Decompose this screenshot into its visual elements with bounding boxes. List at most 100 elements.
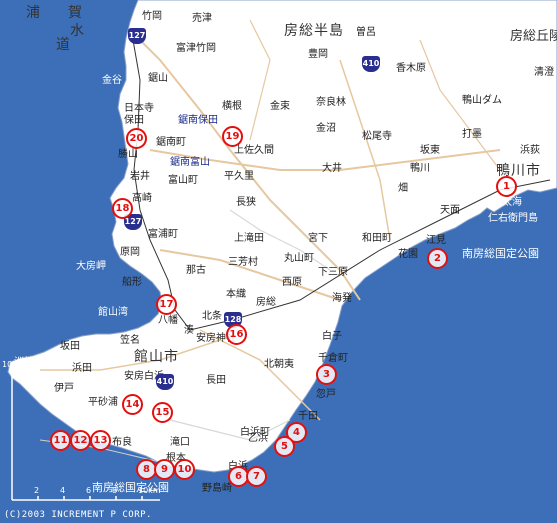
place-label: 勝山 xyxy=(118,149,138,160)
place-label: 海発 xyxy=(332,293,352,304)
sea-label-suido-1: 水 xyxy=(70,23,85,39)
place-label: 天面 xyxy=(440,205,460,216)
place-label: 竹岡 xyxy=(142,11,162,22)
place-label: 館山湾 xyxy=(98,307,128,318)
place-label: 大房岬 xyxy=(76,261,106,272)
place-label: 乙浜 xyxy=(248,433,268,444)
marker-3[interactable]: 3 xyxy=(316,364,337,385)
place-label: 金束 xyxy=(270,101,290,112)
marker-14[interactable]: 14 xyxy=(122,394,143,415)
marker-20[interactable]: 20 xyxy=(126,128,147,149)
place-label: 豊岡 xyxy=(308,49,328,60)
place-label: 船形 xyxy=(122,277,142,288)
place-label: 北朝夷 xyxy=(264,359,294,370)
place-label: 忽戸 xyxy=(316,389,336,400)
marker-16[interactable]: 16 xyxy=(226,324,247,345)
place-label: 野島崎 xyxy=(202,483,232,494)
place-label: 湊 xyxy=(184,325,194,336)
marker-10[interactable]: 10 xyxy=(174,459,195,480)
scale-tick: 8 xyxy=(112,486,118,495)
marker-12[interactable]: 12 xyxy=(70,430,91,451)
place-label: 原岡 xyxy=(120,247,140,258)
marker-19[interactable]: 19 xyxy=(222,126,243,147)
region-label: 房総半島 xyxy=(284,23,344,39)
place-label: 三芳村 xyxy=(228,257,258,268)
place-label: 曽呂 xyxy=(356,27,376,38)
city-label-boso-kyuryo: 房総丘陵 xyxy=(510,29,557,44)
marker-13[interactable]: 13 xyxy=(90,430,111,451)
place-label: 千倉町 xyxy=(318,353,348,364)
place-label: 鋸南保田 xyxy=(178,115,218,126)
place-label: 横根 xyxy=(222,101,242,112)
marker-1[interactable]: 1 xyxy=(496,176,517,197)
place-label: 浜荻 xyxy=(520,145,540,156)
marker-9[interactable]: 9 xyxy=(154,459,175,480)
place-label: 平砂浦 xyxy=(88,397,118,408)
place-label: 長田 xyxy=(206,375,226,386)
sea-label-uraga-1: 浦 xyxy=(26,5,41,21)
marker-11[interactable]: 11 xyxy=(50,430,71,451)
place-label: 保田 xyxy=(124,115,144,126)
scale-tick: 10km xyxy=(138,486,161,495)
place-label: 八幡 xyxy=(158,315,178,326)
place-label: 房総 xyxy=(256,297,276,308)
place-label: 松尾寺 xyxy=(362,131,392,142)
place-label: 上滝田 xyxy=(234,233,264,244)
scale-tick: 4 xyxy=(60,486,66,495)
place-label: 奈良林 xyxy=(316,97,346,108)
place-label: 高崎 xyxy=(132,193,152,204)
copyright-notice: (C)2003 INCREMENT P CORP. xyxy=(4,510,152,520)
marker-5[interactable]: 5 xyxy=(274,436,295,457)
place-label: 浜田 xyxy=(72,363,92,374)
place-label: 金谷 xyxy=(102,75,122,86)
place-label: 白子 xyxy=(322,331,342,342)
place-label: 布良 xyxy=(112,437,132,448)
place-label: 香木原 xyxy=(396,63,426,74)
place-label: 清澄 xyxy=(534,67,554,78)
place-label: 岩井 xyxy=(130,171,150,182)
place-label: 金沼 xyxy=(316,123,336,134)
place-label: 売津 xyxy=(192,13,212,24)
place-label: 日本寺 xyxy=(124,103,154,114)
place-label: 那古 xyxy=(186,265,206,276)
place-label: 花園 xyxy=(398,249,418,260)
route-127-shield: 127 xyxy=(128,28,146,44)
place-label: 打墨 xyxy=(462,129,482,140)
place-label: 鋸山 xyxy=(148,73,168,84)
marker-7[interactable]: 7 xyxy=(246,466,267,487)
place-label: 宮下 xyxy=(308,233,328,244)
place-label: 丸山町 xyxy=(284,253,314,264)
place-label: 江見 xyxy=(426,235,446,246)
sea-label-suido-2: 道 xyxy=(56,37,71,53)
place-label: 平久里 xyxy=(224,171,254,182)
place-label: 笠名 xyxy=(120,335,140,346)
city-label-tateyama: 館山市 xyxy=(134,349,179,365)
place-label: 本織 xyxy=(226,289,246,300)
route-410-shield: 410 xyxy=(156,374,174,390)
place-label: 和田町 xyxy=(362,233,392,244)
place-label: 富津竹岡 xyxy=(176,43,216,54)
place-label: 鋸南富山 xyxy=(170,157,210,168)
place-label: 伊戸 xyxy=(54,383,74,394)
marker-15[interactable]: 15 xyxy=(152,402,173,423)
sea-label-uraga-2: 賀 xyxy=(68,5,83,21)
scale-title: 10km xyxy=(2,360,25,369)
place-label: 鴨山ダム xyxy=(462,95,502,106)
place-label: 鋸南町 xyxy=(156,137,186,148)
place-label: 滝口 xyxy=(170,437,190,448)
marker-17[interactable]: 17 xyxy=(156,294,177,315)
place-label: 坂東 xyxy=(420,145,440,156)
place-label: 上佐久間 xyxy=(234,145,274,156)
map-canvas: 浦 賀 水 道 房総半島 房総丘陵 鴨川市 館山市 南房総国定公園 南房総国定公… xyxy=(0,0,557,523)
marker-18[interactable]: 18 xyxy=(112,198,133,219)
place-label: 坂田 xyxy=(60,341,80,352)
place-label: 千田 xyxy=(298,411,318,422)
place-label: 鴨川 xyxy=(410,163,430,174)
marker-2[interactable]: 2 xyxy=(427,248,448,269)
place-label: 太海 xyxy=(502,197,522,208)
place-label: 大井 xyxy=(322,163,342,174)
place-label: 下三原 xyxy=(318,267,348,278)
scale-tick: 6 xyxy=(86,486,92,495)
place-label: 富浦町 xyxy=(148,229,178,240)
place-label: 長狭 xyxy=(236,197,256,208)
